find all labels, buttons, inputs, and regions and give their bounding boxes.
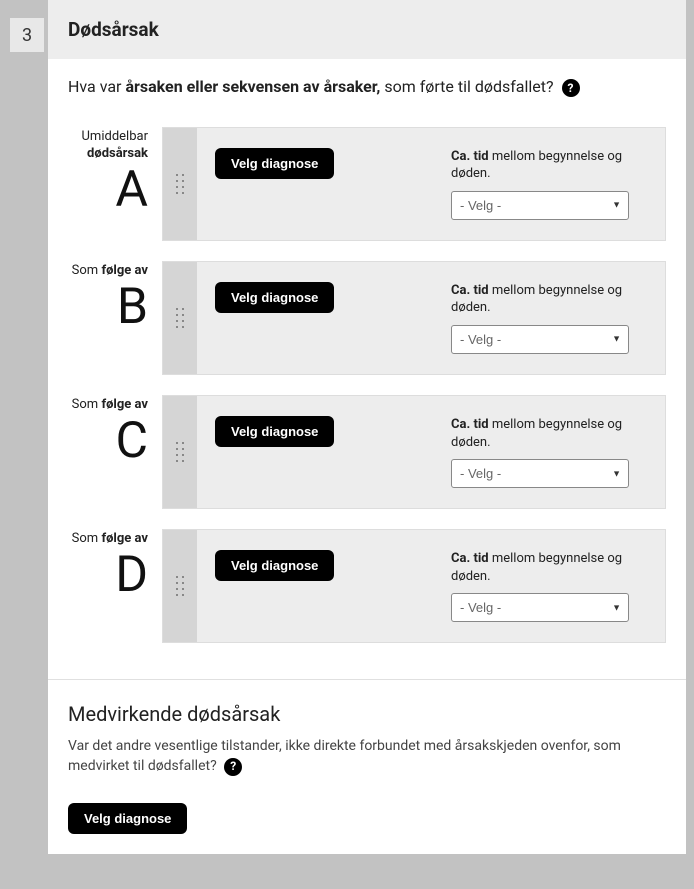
choose-diagnosis-button[interactable]: Velg diagnose <box>215 148 334 179</box>
contributing-desc-text: Var det andre vesentlige tilstander, ikk… <box>68 738 621 774</box>
row-label-prefix: Som <box>72 531 102 546</box>
choose-diagnosis-button[interactable]: Velg diagnose <box>215 416 334 447</box>
time-label: Ca. tid mellom begynnelse og døden. <box>451 148 647 183</box>
drag-handle[interactable] <box>163 262 197 374</box>
cause-row: Som følge av B Velg diagnose Ca <box>54 261 666 375</box>
row-letter: A <box>54 165 148 215</box>
time-select[interactable]: - Velg - <box>451 593 629 622</box>
row-label-prefix: Som <box>72 263 102 278</box>
row-label-bold: følge av <box>101 531 148 546</box>
row-letter: C <box>54 416 148 466</box>
choose-diagnosis-button[interactable]: Velg diagnose <box>68 803 187 834</box>
choose-diagnosis-button[interactable]: Velg diagnose <box>215 282 334 313</box>
time-label-bold: Ca. tid <box>451 417 489 432</box>
contributing-desc: Var det andre vesentlige tilstander, ikk… <box>68 736 666 777</box>
section-panel: Dødsårsak Hva var årsaken eller sekvense… <box>48 0 686 854</box>
question-suffix: som førte til dødsfallet? <box>380 77 553 96</box>
main-question: Hva var årsaken eller sekvensen av årsak… <box>48 59 686 107</box>
row-letter: D <box>54 550 148 600</box>
time-label-bold: Ca. tid <box>451 551 489 566</box>
row-letter: B <box>54 282 148 332</box>
time-label-bold: Ca. tid <box>451 283 489 298</box>
contributing-title: Medvirkende dødsårsak <box>68 702 666 726</box>
row-label-bold: følge av <box>101 397 148 412</box>
time-label: Ca. tid mellom begynnelse og døden. <box>451 282 647 317</box>
question-prefix: Hva var <box>68 77 125 96</box>
question-bold: årsaken eller sekvensen av årsaker, <box>125 77 380 96</box>
row-label-bold: dødsårsak <box>87 146 148 161</box>
time-select[interactable]: - Velg - <box>451 325 629 354</box>
help-icon[interactable]: ? <box>562 79 580 97</box>
row-label-prefix: Umiddelbar <box>82 129 149 144</box>
contributing-section: Medvirkende dødsårsak Var det andre vese… <box>48 679 686 854</box>
time-label: Ca. tid mellom begynnelse og døden. <box>451 550 647 585</box>
row-label-bold: følge av <box>101 263 148 278</box>
cause-row: Som følge av C Velg diagnose Ca <box>54 395 666 509</box>
drag-handle[interactable] <box>163 396 197 508</box>
time-label-bold: Ca. tid <box>451 149 489 164</box>
drag-handle[interactable] <box>163 128 197 240</box>
cause-rows-container: Umiddelbar dødsårsak A Velg diagnose <box>48 107 686 673</box>
time-select[interactable]: - Velg - <box>451 191 629 220</box>
choose-diagnosis-button[interactable]: Velg diagnose <box>215 550 334 581</box>
row-label: Umiddelbar dødsårsak <box>54 129 148 163</box>
row-label-prefix: Som <box>72 397 102 412</box>
help-icon[interactable]: ? <box>224 758 242 776</box>
step-number-badge: 3 <box>10 18 44 52</box>
drag-handle[interactable] <box>163 530 197 642</box>
time-label: Ca. tid mellom begynnelse og døden. <box>451 416 647 451</box>
cause-row: Umiddelbar dødsårsak A Velg diagnose <box>54 127 666 241</box>
cause-row: Som følge av D Velg diagnose Ca <box>54 529 666 643</box>
section-title: Dødsårsak <box>48 0 686 59</box>
time-select[interactable]: - Velg - <box>451 459 629 488</box>
